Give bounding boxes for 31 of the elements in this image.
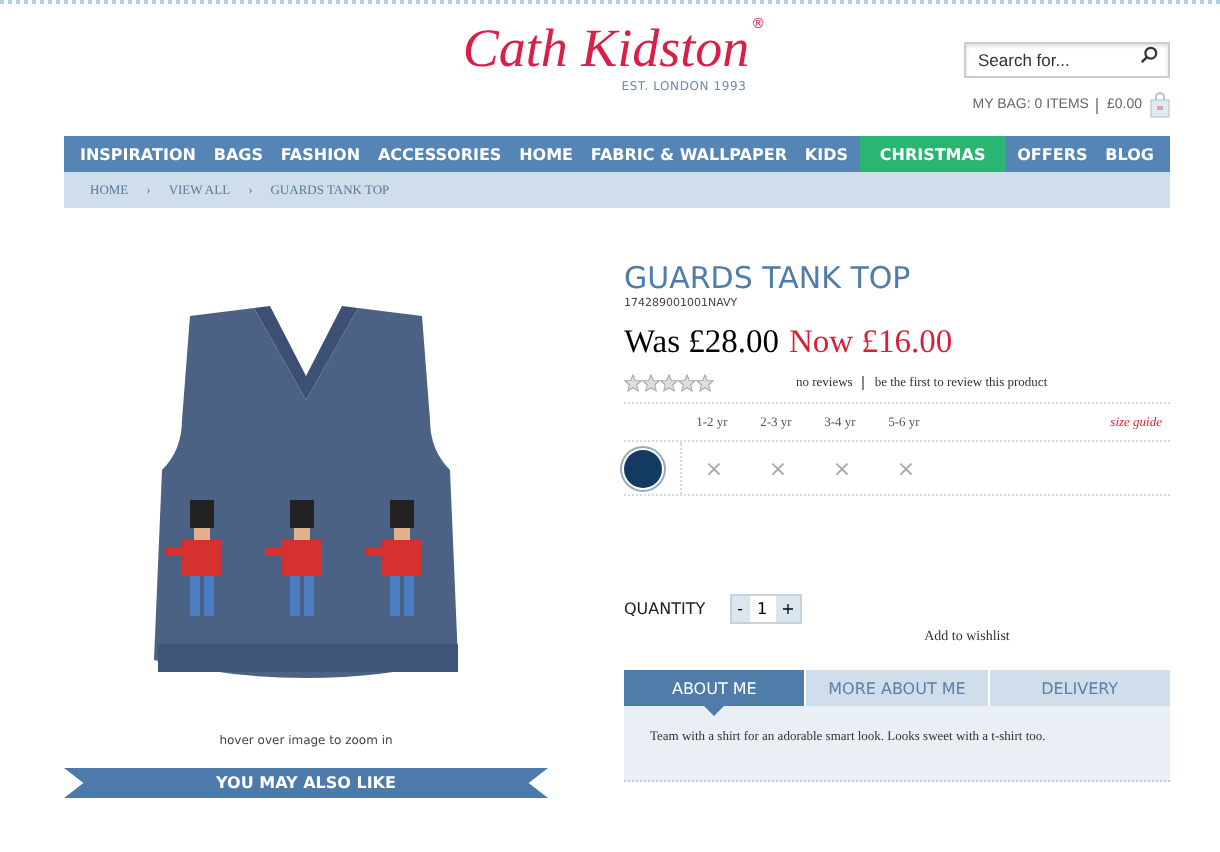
size-option[interactable]: × — [874, 455, 938, 481]
nav-link[interactable]: FASHION — [274, 136, 367, 172]
star-icon — [624, 374, 642, 392]
star-icon — [660, 374, 678, 392]
product-title: GUARDS TANK TOP — [624, 260, 913, 296]
info-tab[interactable]: ABOUT ME — [624, 670, 805, 706]
star-icon — [678, 374, 696, 392]
info-tab[interactable]: MORE ABOUT ME — [806, 670, 988, 706]
size-option[interactable]: × — [682, 455, 746, 481]
nav-link[interactable]: KIDS — [798, 136, 854, 172]
search-field[interactable]: Search for... — [964, 42, 1170, 78]
star-icon — [642, 374, 660, 392]
nav-link[interactable]: CHRISTMAS — [859, 136, 1006, 172]
nav-link[interactable]: INSPIRATION — [74, 136, 202, 172]
nav-link[interactable]: OFFERS — [1011, 136, 1094, 172]
info-tab[interactable]: DELIVERY — [989, 670, 1170, 706]
nav-link[interactable]: ACCESSORIES — [371, 136, 508, 172]
sale-price: Now £16.00 — [789, 322, 953, 362]
nav-link[interactable]: HOME — [513, 136, 580, 172]
search-icon[interactable] — [1140, 46, 1158, 64]
color-swatch[interactable] — [624, 449, 662, 487]
size-option[interactable]: × — [746, 455, 810, 481]
nav-link[interactable]: BAGS — [207, 136, 269, 172]
size-option[interactable]: × — [810, 455, 874, 481]
quantity-label: QUANTITY — [624, 600, 706, 618]
nav-link[interactable]: FABRIC & WALLPAPER — [584, 136, 793, 172]
brand-logo[interactable]: Cath Kidston — [462, 16, 750, 80]
nav-link[interactable]: BLOG — [1099, 136, 1160, 172]
banner-title: YOU MAY ALSO LIKE — [216, 774, 396, 792]
original-price: Was £28.00 — [624, 322, 779, 362]
star-icon — [696, 374, 714, 392]
